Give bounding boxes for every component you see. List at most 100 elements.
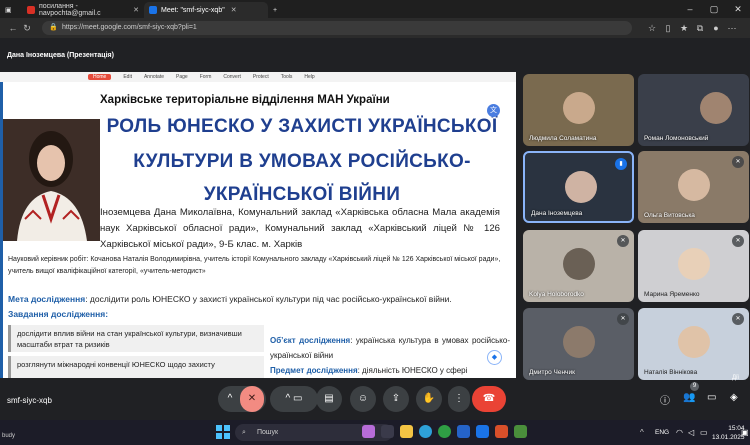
participant-avatar: [678, 248, 710, 280]
wifi-icon[interactable]: ◠: [676, 428, 683, 437]
slide-header: Харківське територіальне відділення МАН …: [100, 94, 390, 106]
participant-video: [678, 326, 710, 358]
raise-hand-button[interactable]: ✋: [416, 386, 442, 412]
star-icon[interactable]: ☆: [644, 23, 660, 34]
pdf-menu-home: Home: [88, 74, 112, 80]
goal-label: Мета дослідження: [8, 294, 86, 304]
reload-icon[interactable]: ↻: [20, 23, 34, 34]
search-placeholder: Пошук: [257, 429, 279, 436]
meet-icon: [149, 6, 157, 14]
pdf-menu-help: Help: [304, 74, 315, 80]
participant-name: Дана Іноземцева: [531, 210, 583, 217]
participant-name: Kolya Holoborodko: [529, 291, 584, 298]
close-window-icon[interactable]: ✕: [726, 0, 750, 18]
window-controls: – ▢ ✕: [678, 0, 750, 18]
presenter-label: Дана Іноземцева (Презентація): [7, 52, 114, 59]
chevron-up-icon: ^: [285, 393, 291, 404]
author-info: Іноземцева Дана Миколаївна, Комунальний …: [100, 207, 500, 250]
tray-chevron-icon[interactable]: ^: [640, 428, 644, 437]
more-options-button[interactable]: ⋮: [448, 386, 470, 412]
minimize-icon[interactable]: –: [678, 0, 702, 18]
slide-title-line-3: УКРАЇНСЬКОЇ ВІЙНИ: [203, 184, 401, 205]
participant-tile[interactable]: Роман Ломоновський: [638, 74, 749, 146]
maximize-icon[interactable]: ▢: [702, 0, 726, 18]
subject-label: Предмет дослідження: [270, 366, 358, 375]
start-icon[interactable]: [216, 425, 230, 439]
participant-video: [565, 171, 597, 203]
participant-name: Ольга Витовська: [644, 212, 695, 219]
participant-tile[interactable]: ✕ Kolya Holoborodko: [523, 230, 634, 302]
media-icon[interactable]: [362, 425, 375, 438]
split-screen-icon[interactable]: ▯: [660, 23, 676, 34]
mail-icon[interactable]: [476, 425, 489, 438]
store-icon[interactable]: [457, 425, 470, 438]
people-icon: 👥: [683, 392, 696, 403]
pdf-menu-form: Form: [199, 74, 212, 80]
url-field[interactable]: 🔒 https://meet.google.com/smf-siyc-xqb?p…: [42, 21, 632, 35]
participant-tile[interactable]: ✕ Дмитро Ченчик: [523, 308, 634, 380]
leave-call-button[interactable]: ☎: [472, 386, 506, 412]
participant-video: [563, 92, 595, 124]
office-icon[interactable]: [495, 425, 508, 438]
close-icon[interactable]: ✕: [231, 6, 237, 14]
activities-icon[interactable]: ◈: [730, 392, 738, 403]
pdf-menu-annotate: Annotate: [143, 74, 164, 80]
notification-icon[interactable]: ▣: [741, 428, 749, 437]
pdf-menu-tools: Tools: [280, 74, 293, 80]
participant-video: [700, 92, 732, 124]
more-icon[interactable]: ⋯: [724, 23, 740, 34]
clock[interactable]: 15:04 13.01.2025: [712, 424, 745, 442]
participant-name: Марина Яременко: [644, 291, 700, 298]
app-icon[interactable]: [514, 425, 527, 438]
tab-menu-icon[interactable]: ▣: [0, 2, 22, 18]
browser-icon[interactable]: [419, 425, 432, 438]
pdf-toolbar: Home Edit Annotate Page Form Convert Pro…: [0, 72, 516, 82]
participant-tile[interactable]: Людмила Соламатина: [523, 74, 634, 146]
lock-icon: 🔒: [49, 24, 58, 31]
present-button[interactable]: ⇪: [383, 386, 409, 412]
chrome-icon[interactable]: [438, 425, 451, 438]
files-icon[interactable]: [381, 425, 394, 438]
taskbar-app-icons: [362, 425, 527, 438]
translate-icon[interactable]: 文: [487, 104, 500, 117]
participant-tile[interactable]: ✕ Ольга Витовська: [638, 151, 749, 223]
camera-button[interactable]: ^ ▭: [270, 386, 318, 412]
explorer-icon[interactable]: [400, 425, 413, 438]
slide-logo-icon: ◆: [487, 350, 502, 365]
mic-off-icon: ✕: [732, 156, 744, 168]
captions-button[interactable]: ▤: [316, 386, 342, 412]
slide-title-line-2: КУЛЬТУРИ В УМОВАХ РОСІЙСЬКО-: [133, 151, 471, 172]
favorites-icon[interactable]: ★: [676, 23, 692, 34]
participant-count-badge: 9: [690, 382, 699, 391]
collections-icon[interactable]: ⧉: [692, 23, 708, 34]
research-object: Об’єкт дослідження: українська культура …: [270, 333, 510, 378]
tab-gmail[interactable]: посилання - navpochta@gmail.c ✕: [22, 2, 144, 18]
browser-tab-bar: ▣ посилання - navpochta@gmail.c ✕ Meet: …: [0, 0, 750, 18]
volume-icon[interactable]: ◁: [688, 428, 694, 437]
tab-meet[interactable]: Meet: "smf-siyc-xqb" ✕: [144, 2, 268, 18]
object-label: Об’єкт дослідження: [270, 336, 351, 345]
participant-name: Людмила Соламатина: [529, 135, 597, 142]
close-icon[interactable]: ✕: [133, 6, 139, 14]
participant-tile[interactable]: ✕ Наталія Віннікова: [638, 308, 749, 380]
profile-icon[interactable]: ●: [708, 23, 724, 33]
speaking-icon: ▮: [615, 158, 627, 170]
mic-options-button[interactable]: ^ ✕: [218, 386, 266, 412]
mic-off-icon: ✕: [617, 235, 629, 247]
info-icon[interactable]: ⓘ: [660, 392, 670, 407]
back-icon[interactable]: ←: [6, 23, 20, 33]
participant-video: [678, 169, 710, 201]
participant-tile[interactable]: ✕ Марина Яременко: [638, 230, 749, 302]
emoji-button[interactable]: ☺: [350, 386, 376, 412]
emoji-icon: ☺: [357, 393, 369, 404]
url-text: https://meet.google.com/smf-siyc-xqb?pli…: [62, 24, 197, 31]
subject-text: : діяльність ЮНЕСКО у сфері: [357, 366, 468, 375]
participant-tile-speaking[interactable]: ▮ Дана Іноземцева: [523, 151, 634, 223]
language-indicator[interactable]: ENG: [655, 429, 669, 436]
people-button[interactable]: 👥: [683, 392, 695, 403]
chat-icon[interactable]: ▭: [707, 392, 716, 403]
clock-time: 15:04: [728, 425, 745, 432]
battery-icon[interactable]: ▭: [700, 428, 708, 437]
new-tab-button[interactable]: +: [268, 2, 282, 18]
task-item: дослідити вплив війни на стан українсько…: [8, 325, 264, 352]
